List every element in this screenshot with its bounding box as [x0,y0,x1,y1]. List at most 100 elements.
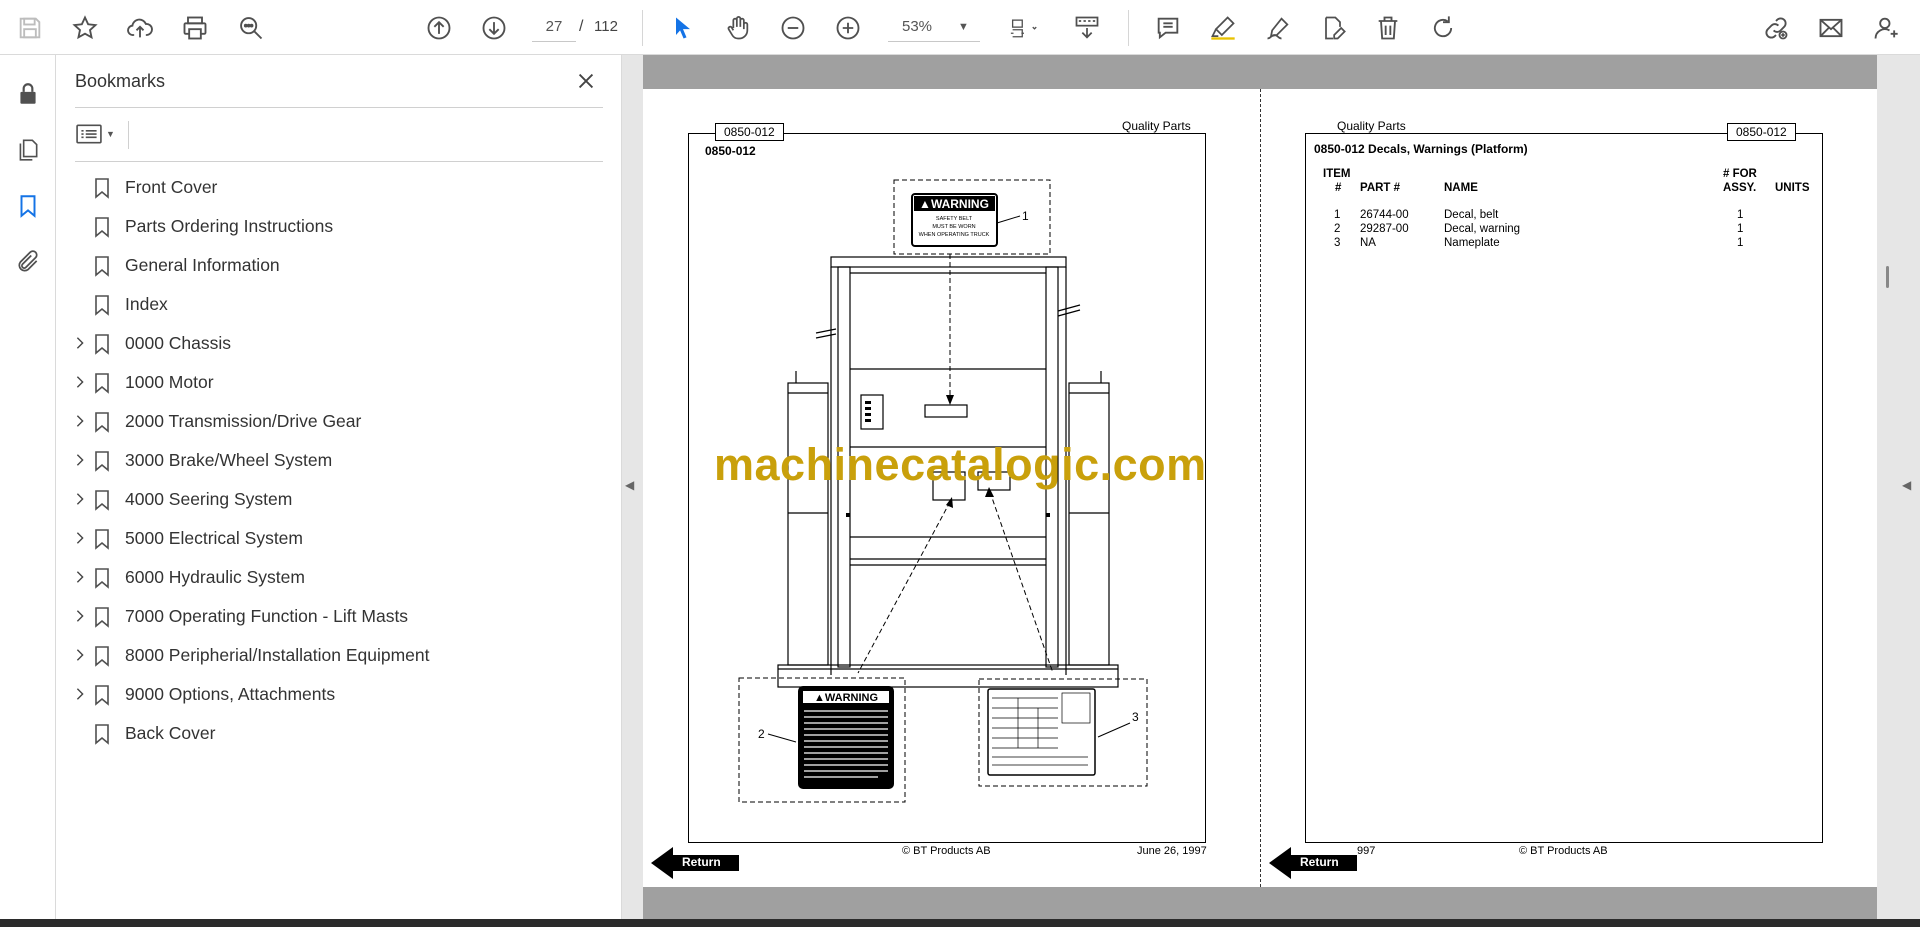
bookmark-item[interactable]: Parts Ordering Instructions [56,207,622,246]
bookmark-item[interactable]: Front Cover [56,168,622,207]
divider [128,121,129,149]
bookmark-item[interactable]: Index [56,285,622,324]
bookmark-label: Front Cover [125,177,218,197]
bookmark-panel-icon[interactable] [12,190,44,222]
select-cursor-icon[interactable] [664,9,702,47]
upload-cloud-icon[interactable] [121,9,159,47]
bookmark-icon [92,450,112,472]
page-number-input[interactable] [532,12,576,42]
bookmark-item[interactable]: Back Cover [56,714,622,753]
parts-cell-name: Nameplate [1444,237,1500,249]
chevron-right-icon[interactable] [72,413,88,429]
chevron-right-icon[interactable] [72,647,88,663]
hand-tool-icon[interactable] [719,9,757,47]
chevron-right-icon[interactable] [72,686,88,702]
bookmark-label: 2000 Transmission/Drive Gear [125,411,362,431]
bookmark-item[interactable]: 4000 Seering System [56,480,622,519]
bookmark-item[interactable]: 2000 Transmission/Drive Gear [56,402,622,441]
save-icon[interactable] [11,9,49,47]
bookmarks-panel: Bookmarks ▼ Front Cover Parts Ordering In… [56,55,622,927]
collapse-left-panel-icon[interactable]: ◀ [625,478,634,492]
divider [75,107,603,108]
return-button[interactable]: Return [651,845,739,881]
bookmark-item[interactable]: General Information [56,246,622,285]
highlight-icon[interactable] [1204,9,1242,47]
zoom-in-icon[interactable] [829,9,867,47]
delete-trash-icon[interactable] [1369,9,1407,47]
left-tool-rail [0,55,56,927]
comment-icon[interactable] [1149,9,1187,47]
close-icon[interactable] [574,69,598,93]
chevron-right-icon[interactable] [72,491,88,507]
fit-page-icon[interactable] [1000,9,1048,47]
scroll-mode-icon[interactable] [1068,9,1106,47]
parts-cell-name: Decal, belt [1444,209,1499,221]
bookmark-options-button[interactable]: ▼ [76,118,120,150]
chevron-right-icon[interactable] [72,374,88,390]
zoom-value: 53% [902,18,933,35]
bookmark-item[interactable]: 9000 Options, Attachments [56,675,622,714]
rotate-icon[interactable] [1424,9,1462,47]
chevron-right-icon[interactable] [72,335,88,351]
email-icon[interactable] [1812,9,1850,47]
svg-text:▲WARNING: ▲WARNING [814,692,878,704]
parts-cell-qty: 1 [1737,209,1744,221]
bookmark-label: General Information [125,255,280,275]
return-button[interactable]: Return [1269,845,1357,881]
right-page-frame [1305,133,1823,843]
share-link-icon[interactable] [1757,9,1795,47]
chevron-right-icon[interactable] [72,608,88,624]
right-footer-left: 997 [1357,845,1376,857]
bookmark-item[interactable]: 5000 Electrical System [56,519,622,558]
star-icon[interactable] [66,9,104,47]
parts-cell-item: 3 [1334,237,1341,249]
chevron-right-icon[interactable] [72,530,88,546]
vertical-scrollbar[interactable] [1886,266,1889,288]
right-footer-copyright: © BT Products AB [1519,845,1608,857]
bookmark-label: Index [125,294,168,314]
bookmark-icon [92,528,112,550]
previous-page-icon[interactable] [420,9,458,47]
next-page-icon[interactable] [475,9,513,47]
bookmark-item[interactable]: 6000 Hydraulic System [56,558,622,597]
zoom-search-icon[interactable] [232,9,270,47]
parts-list-title: 0850-012 Decals, Warnings (Platform) [1314,142,1528,156]
panel-title: Bookmarks [75,71,166,91]
bookmark-item[interactable]: 8000 Peripherial/Installation Equipment [56,636,622,675]
bookmark-label: 5000 Electrical System [125,528,303,548]
toolbar-divider [642,10,643,46]
print-icon[interactable] [176,9,214,47]
bookmark-item[interactable]: 0000 Chassis [56,324,622,363]
parts-cell-name: Decal, warning [1444,223,1521,235]
bookmark-item[interactable]: 1000 Motor [56,363,622,402]
chevron-down-icon: ▼ [958,20,969,33]
add-user-icon[interactable] [1867,9,1905,47]
bookmark-icon [92,606,112,628]
col-for-bottom: ASSY. [1723,182,1757,194]
svg-text:3: 3 [1132,710,1139,724]
svg-text:▲WARNING: ▲WARNING [919,197,989,211]
bookmark-icon [92,645,112,667]
lock-icon[interactable] [12,78,44,110]
page-thumbnails-icon[interactable] [12,134,44,166]
chevron-right-icon[interactable] [72,569,88,585]
bookmark-label: 0000 Chassis [125,333,232,353]
taskbar-edge [0,919,1920,927]
total-pages: 112 [594,18,618,35]
bookmark-item[interactable]: 3000 Brake/Wheel System [56,441,622,480]
zoom-level-dropdown[interactable]: 53% ▼ [888,12,980,42]
attachment-icon[interactable] [12,246,44,278]
parts-cell-item: 1 [1334,209,1341,221]
return-label: Return [682,855,721,869]
fill-sign-icon[interactable] [1314,9,1352,47]
left-header-right: Quality Parts [1122,119,1191,133]
bookmark-item[interactable]: 7000 Operating Function - Lift Masts [56,597,622,636]
parts-cell-part: NA [1360,237,1376,249]
bookmark-label: 7000 Operating Function - Lift Masts [125,606,409,626]
chevron-right-icon[interactable] [72,452,88,468]
draw-pen-icon[interactable] [1259,9,1297,47]
expand-right-panel-icon[interactable]: ◀ [1902,478,1911,492]
bookmark-label: 3000 Brake/Wheel System [125,450,333,470]
page-gutter-bottom [643,887,1877,919]
zoom-out-icon[interactable] [774,9,812,47]
